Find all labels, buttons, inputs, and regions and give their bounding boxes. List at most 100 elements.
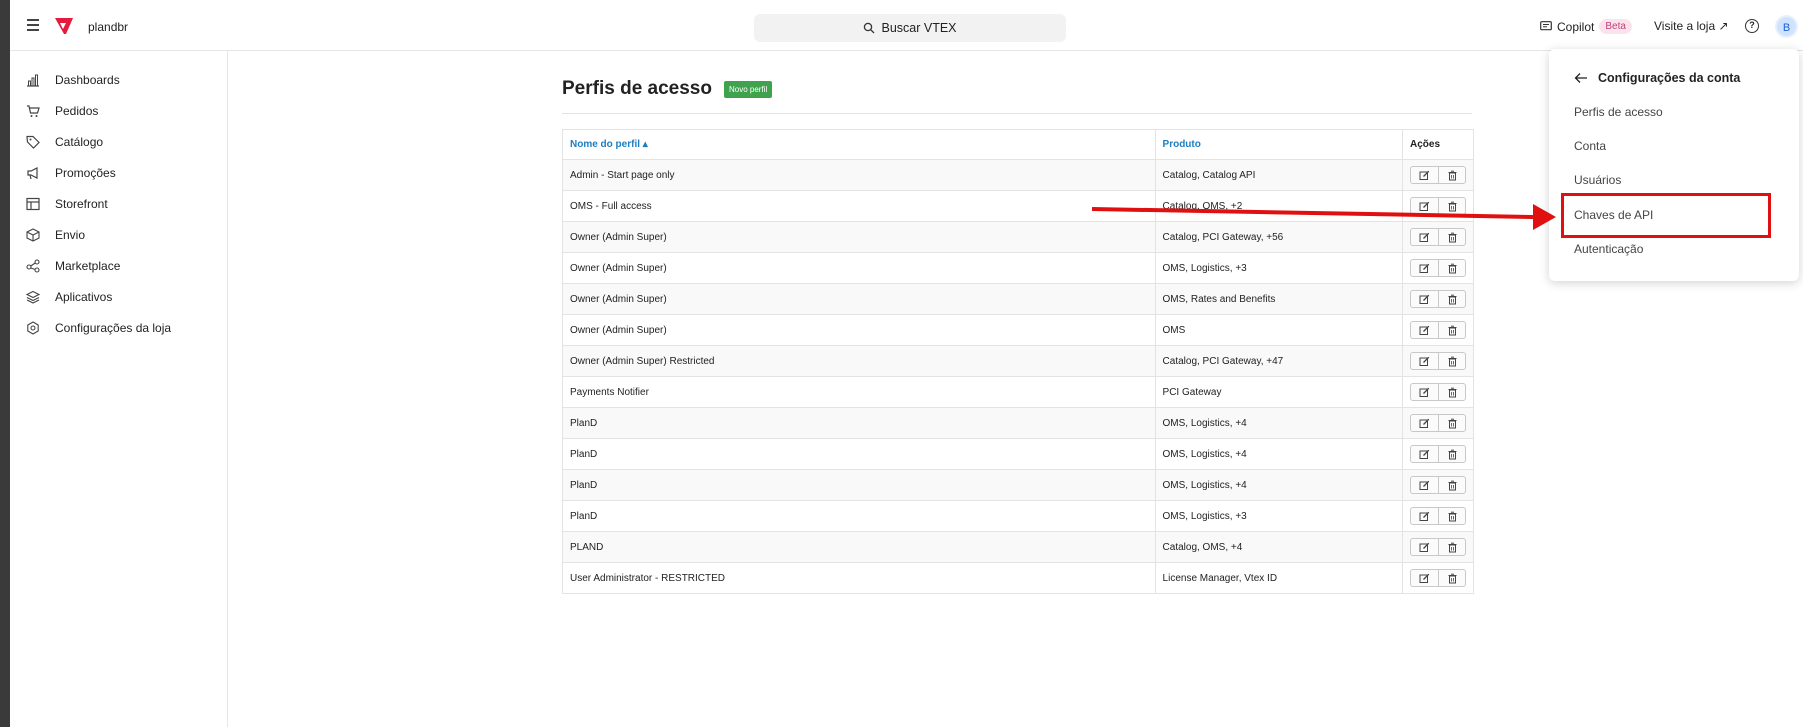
sidebar-item-label: Pedidos [55, 104, 99, 118]
sidebar-item-marketplace[interactable]: Marketplace [26, 256, 120, 276]
trash-icon[interactable] [1438, 322, 1465, 338]
cart-icon [27, 105, 40, 117]
edit-icon[interactable] [1411, 477, 1438, 493]
table-row[interactable]: User Administrator - RESTRICTED License M… [562, 562, 1474, 594]
menu-icon[interactable] [27, 19, 39, 34]
actions-cell [1402, 562, 1474, 594]
product-cell: Catalog, OMS, +2 [1154, 190, 1404, 222]
tag-icon [26, 135, 40, 149]
panel-item-usuarios[interactable]: Usuários [1574, 173, 1621, 187]
panel-header[interactable]: Configurações da conta [1574, 71, 1740, 85]
edit-icon[interactable] [1411, 539, 1438, 555]
top-bar: plandbr Buscar VTEX Copilot Beta Visite … [10, 0, 1803, 51]
trash-icon[interactable] [1438, 508, 1465, 524]
panel-item-conta[interactable]: Conta [1574, 139, 1606, 153]
edit-icon[interactable] [1411, 167, 1438, 183]
trash-icon[interactable] [1438, 260, 1465, 276]
edit-icon[interactable] [1411, 198, 1438, 214]
table-row[interactable]: Owner (Admin Super) OMS [562, 314, 1474, 346]
sidebar-item-catalogo[interactable]: Catálogo [26, 132, 103, 152]
sidebar-item-dashboards[interactable]: Dashboards [26, 70, 120, 90]
sidebar-item-label: Catálogo [55, 135, 104, 149]
trash-icon[interactable] [1438, 353, 1465, 369]
product-cell: OMS, Logistics, +4 [1154, 469, 1404, 501]
back-arrow-icon[interactable] [1574, 72, 1588, 84]
trash-icon[interactable] [1438, 167, 1465, 183]
table-row[interactable]: PLAND Catalog, OMS, +4 [562, 531, 1474, 563]
copilot-button[interactable]: Copilot Beta [1540, 19, 1632, 34]
table-row[interactable]: OMS - Full access Catalog, OMS, +2 [562, 190, 1474, 222]
product-cell: PCI Gateway [1154, 376, 1404, 408]
table-row[interactable]: PlanD OMS, Logistics, +3 [562, 500, 1474, 532]
beta-badge: Beta [1599, 19, 1632, 34]
edit-icon[interactable] [1411, 229, 1438, 245]
trash-icon[interactable] [1438, 384, 1465, 400]
edit-icon[interactable] [1411, 291, 1438, 307]
sidebar-item-configuracoes-da-loja[interactable]: Configurações da loja [26, 318, 171, 338]
avatar[interactable]: B [1775, 15, 1798, 38]
profile-name-cell: Owner (Admin Super) Restricted [562, 345, 1156, 377]
sidebar-item-pedidos[interactable]: Pedidos [26, 101, 98, 121]
trash-icon[interactable] [1438, 446, 1465, 462]
settings-icon [27, 321, 39, 335]
panel-item-perfis-de-acesso[interactable]: Perfis de acesso [1574, 105, 1663, 119]
product-cell: OMS, Rates and Benefits [1154, 283, 1404, 315]
actions-cell [1402, 345, 1474, 377]
trash-icon[interactable] [1438, 570, 1465, 586]
table-row[interactable]: Owner (Admin Super) Restricted Catalog, P… [562, 345, 1474, 377]
trash-icon[interactable] [1438, 229, 1465, 245]
edit-icon[interactable] [1411, 446, 1438, 462]
sidebar: Dashboards Pedidos Catálogo Promoções St… [10, 51, 228, 727]
table-row[interactable]: PlanD OMS, Logistics, +4 [562, 469, 1474, 501]
sidebar-item-storefront[interactable]: Storefront [26, 194, 108, 214]
trash-icon[interactable] [1438, 539, 1465, 555]
trash-icon[interactable] [1438, 291, 1465, 307]
search-bar[interactable]: Buscar VTEX [754, 14, 1066, 42]
column-header-name[interactable]: Nome do perfil ▴ [562, 129, 1156, 160]
actions-cell [1402, 283, 1474, 315]
sidebar-item-label: Envio [55, 228, 86, 242]
table-row[interactable]: Owner (Admin Super) OMS, Rates and Benefi… [562, 283, 1474, 315]
trash-icon[interactable] [1438, 198, 1465, 214]
table-header-row: Nome do perfil ▴ Produto Ações [562, 129, 1474, 160]
edit-icon[interactable] [1411, 508, 1438, 524]
trash-icon[interactable] [1438, 415, 1465, 431]
row-actions [1410, 166, 1466, 184]
profile-name-cell: Payments Notifier [562, 376, 1156, 408]
vtex-logo-icon[interactable] [54, 17, 74, 35]
product-cell: OMS, Logistics, +4 [1154, 407, 1404, 439]
copilot-label: Copilot [1557, 19, 1595, 34]
sidebar-item-label: Marketplace [55, 259, 121, 273]
panel-item-autenticacao[interactable]: Autenticação [1574, 242, 1643, 256]
edit-icon[interactable] [1411, 353, 1438, 369]
table-row[interactable]: Payments Notifier PCI Gateway [562, 376, 1474, 408]
profile-name-cell: PlanD [562, 438, 1156, 470]
edit-icon[interactable] [1411, 415, 1438, 431]
edit-icon[interactable] [1411, 260, 1438, 276]
row-actions [1410, 383, 1466, 401]
table-row[interactable]: Admin - Start page only Catalog, Catalog … [562, 159, 1474, 191]
table-row[interactable]: Owner (Admin Super) OMS, Logistics, +3 [562, 252, 1474, 284]
sidebar-item-promocoes[interactable]: Promoções [26, 163, 116, 183]
edit-icon[interactable] [1411, 322, 1438, 338]
product-cell: OMS [1154, 314, 1404, 346]
visit-store-link[interactable]: Visite a loja ↗ [1654, 19, 1729, 33]
trash-icon[interactable] [1438, 477, 1465, 493]
table-row[interactable]: Owner (Admin Super) Catalog, PCI Gateway,… [562, 221, 1474, 253]
edit-icon[interactable] [1411, 570, 1438, 586]
store-name[interactable]: plandbr [88, 20, 128, 34]
actions-cell [1402, 376, 1474, 408]
product-cell: Catalog, Catalog API [1154, 159, 1404, 191]
sidebar-item-aplicativos[interactable]: Aplicativos [26, 287, 112, 307]
help-icon[interactable]: ? [1745, 19, 1759, 33]
row-actions [1410, 445, 1466, 463]
table-row[interactable]: PlanD OMS, Logistics, +4 [562, 407, 1474, 439]
table-row[interactable]: PlanD OMS, Logistics, +4 [562, 438, 1474, 470]
actions-cell [1402, 438, 1474, 470]
edit-icon[interactable] [1411, 384, 1438, 400]
new-profile-button[interactable]: Novo perfil [724, 81, 773, 98]
search-icon [864, 22, 875, 34]
sidebar-item-envio[interactable]: Envio [26, 225, 85, 245]
column-header-product[interactable]: Produto [1154, 129, 1404, 160]
page-title: Perfis de acesso [562, 78, 712, 99]
